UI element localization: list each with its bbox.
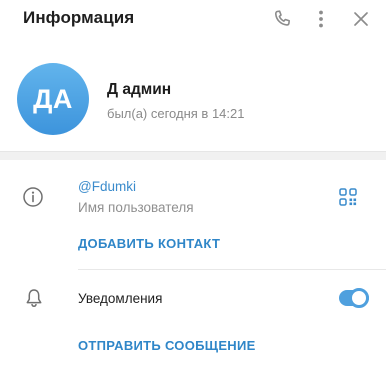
row-divider xyxy=(78,269,386,270)
user-info-panel: Информация ДА Д админ был(а) сегодня в 1… xyxy=(0,0,386,365)
toggle-knob xyxy=(349,288,369,308)
username-caption: Имя пользователя xyxy=(78,200,194,215)
close-icon[interactable] xyxy=(350,8,372,30)
notifications-toggle[interactable] xyxy=(339,288,369,308)
send-message-button[interactable]: ОТПРАВИТЬ СООБЩЕНИЕ xyxy=(78,338,256,353)
avatar-initials: ДА xyxy=(33,83,73,114)
avatar[interactable]: ДА xyxy=(17,63,89,135)
bell-icon xyxy=(23,287,45,309)
vertical-dots-icon[interactable] xyxy=(310,8,332,30)
section-divider xyxy=(0,151,386,160)
profile-summary: ДА Д админ был(а) сегодня в 14:21 xyxy=(0,52,386,148)
panel-header: Информация xyxy=(0,0,386,38)
qr-code-icon[interactable] xyxy=(339,188,357,206)
info-circle-icon xyxy=(22,186,44,208)
phone-icon[interactable] xyxy=(271,8,293,30)
notifications-label: Уведомления xyxy=(78,291,163,306)
add-contact-button[interactable]: ДОБАВИТЬ КОНТАКТ xyxy=(78,236,220,251)
username-link[interactable]: @Fdumki xyxy=(78,179,136,194)
user-name: Д админ xyxy=(107,81,172,98)
last-seen-status: был(а) сегодня в 14:21 xyxy=(107,106,245,121)
panel-title: Информация xyxy=(23,8,135,27)
